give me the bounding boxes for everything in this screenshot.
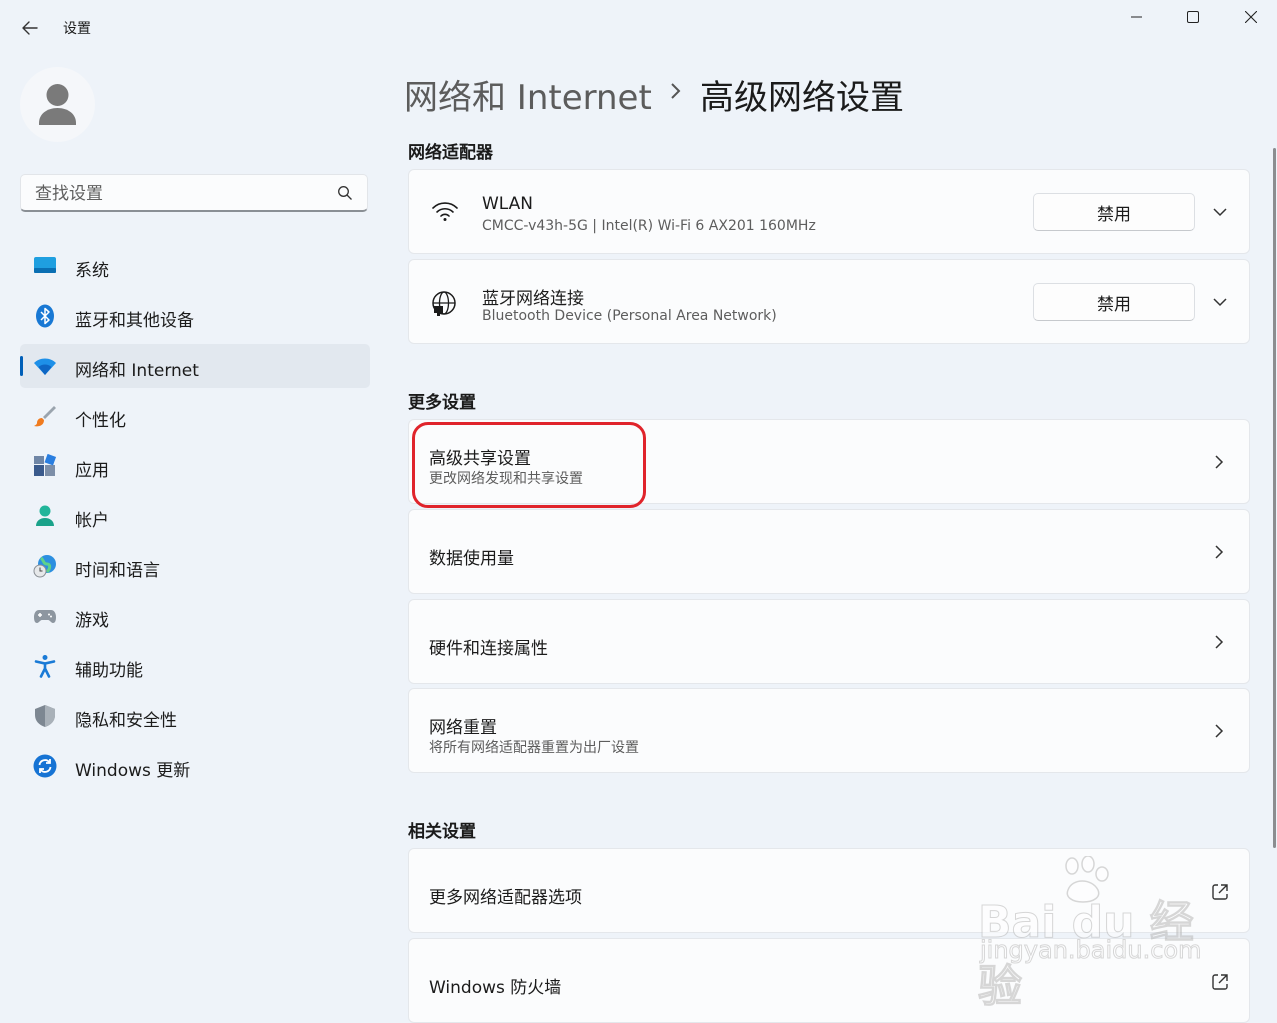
sidebar-item-label: 个性化 [75, 411, 126, 431]
annotation-highlight [412, 422, 646, 508]
breadcrumb-parent[interactable]: 网络和 Internet [404, 70, 652, 119]
sidebar-item-label: Windows 更新 [75, 761, 191, 781]
sidebar-item-label: 隐私和安全性 [75, 711, 177, 731]
adapter-name: 蓝牙网络连接 [482, 289, 584, 309]
update-icon [33, 754, 57, 778]
chevron-right-icon [671, 83, 681, 99]
adapter-detail: Bluetooth Device (Personal Area Network) [482, 308, 777, 324]
sidebar-item-label: 应用 [75, 461, 109, 481]
chevron-down-icon[interactable] [1212, 206, 1228, 218]
section-heading-related: 相关设置 [408, 822, 476, 842]
close-icon [1245, 11, 1257, 23]
adapter-card-wlan[interactable]: WLAN CMCC-v43h-5G | Intel(R) Wi-Fi 6 AX2… [408, 169, 1250, 254]
minimize-icon [1131, 16, 1142, 18]
settings-row-network-reset[interactable]: 网络重置 将所有网络适配器重置为出厂设置 [408, 688, 1250, 773]
chevron-right-icon [1215, 635, 1224, 649]
sidebar-item-gaming[interactable]: 游戏 [20, 594, 370, 638]
sidebar-item-apps[interactable]: 应用 [20, 444, 370, 488]
adapter-card-bluetooth[interactable]: 蓝牙网络连接 Bluetooth Device (Personal Area N… [408, 259, 1250, 344]
gamepad-icon [34, 610, 56, 623]
app-title: 设置 [63, 21, 91, 37]
adapter-name: WLAN [482, 194, 534, 214]
chevron-right-icon [1215, 724, 1224, 738]
scrollbar[interactable] [1273, 148, 1276, 848]
account-icon [36, 505, 54, 526]
search-input[interactable] [33, 181, 327, 207]
sidebar-item-privacy[interactable]: 隐私和安全性 [20, 694, 370, 738]
selection-indicator [20, 356, 23, 376]
row-title: 网络重置 [429, 718, 497, 738]
avatar[interactable] [20, 67, 95, 142]
watermark-url: jingyan.baidu.com [979, 936, 1202, 965]
sidebar-item-label: 系统 [75, 261, 109, 281]
row-title: 数据使用量 [429, 549, 514, 569]
sidebar-item-time-language[interactable]: 时间和语言 [20, 544, 370, 588]
sidebar-item-label: 帐户 [75, 511, 109, 531]
maximize-icon [1187, 11, 1199, 23]
chevron-right-icon [1215, 455, 1224, 469]
settings-row-data-usage[interactable]: 数据使用量 [408, 509, 1250, 594]
sidebar-item-label: 辅助功能 [75, 661, 143, 681]
row-title: 更多网络适配器选项 [429, 888, 582, 908]
search-box[interactable] [20, 174, 368, 212]
sidebar-item-accessibility[interactable]: 辅助功能 [20, 644, 370, 688]
settings-row-hardware-properties[interactable]: 硬件和连接属性 [408, 599, 1250, 684]
wifi-icon [432, 202, 458, 221]
wifi-icon [34, 358, 56, 375]
apps-icon [34, 454, 57, 476]
adapter-detail: CMCC-v43h-5G | Intel(R) Wi-Fi 6 AX201 16… [482, 218, 816, 234]
sidebar-item-label: 游戏 [75, 611, 109, 631]
sidebar-item-label: 蓝牙和其他设备 [75, 311, 194, 331]
display-icon [34, 257, 56, 273]
chevron-down-icon[interactable] [1212, 296, 1228, 308]
search-icon[interactable] [337, 185, 353, 201]
row-title: Windows 防火墙 [429, 978, 562, 998]
back-arrow-icon [22, 21, 38, 35]
row-title: 硬件和连接属性 [429, 639, 548, 659]
maximize-button[interactable] [1170, 4, 1216, 30]
row-subtitle: 将所有网络适配器重置为出厂设置 [429, 740, 639, 756]
sidebar-item-personalization[interactable]: 个性化 [20, 394, 370, 438]
sidebar-item-bluetooth[interactable]: 蓝牙和其他设备 [20, 294, 370, 338]
page-title: 高级网络设置 [700, 78, 904, 118]
sidebar-item-network[interactable]: 网络和 Internet [20, 344, 370, 388]
back-button[interactable] [14, 14, 46, 42]
shield-icon [35, 705, 55, 727]
sidebar-item-accounts[interactable]: 帐户 [20, 494, 370, 538]
section-heading-adapters: 网络适配器 [408, 143, 493, 163]
disable-button[interactable]: 禁用 [1033, 283, 1195, 321]
watermark: Bai du 经验 jingyan.baidu.com [978, 856, 1218, 1013]
accessibility-icon [34, 655, 56, 678]
close-button[interactable] [1228, 4, 1274, 30]
sidebar-item-windows-update[interactable]: Windows 更新 [20, 744, 370, 788]
bluetooth-icon [36, 304, 54, 328]
disable-button[interactable]: 禁用 [1033, 193, 1195, 231]
chevron-right-icon [1215, 545, 1224, 559]
network-globe-icon [432, 291, 456, 316]
sidebar-item-label: 时间和语言 [75, 561, 160, 581]
brush-icon [34, 406, 56, 427]
user-icon [39, 84, 76, 125]
globe-clock-icon [33, 555, 56, 578]
minimize-button[interactable] [1114, 4, 1160, 30]
sidebar-item-label: 网络和 Internet [75, 361, 199, 381]
section-heading-more: 更多设置 [408, 393, 476, 413]
sidebar-item-system[interactable]: 系统 [20, 244, 370, 288]
